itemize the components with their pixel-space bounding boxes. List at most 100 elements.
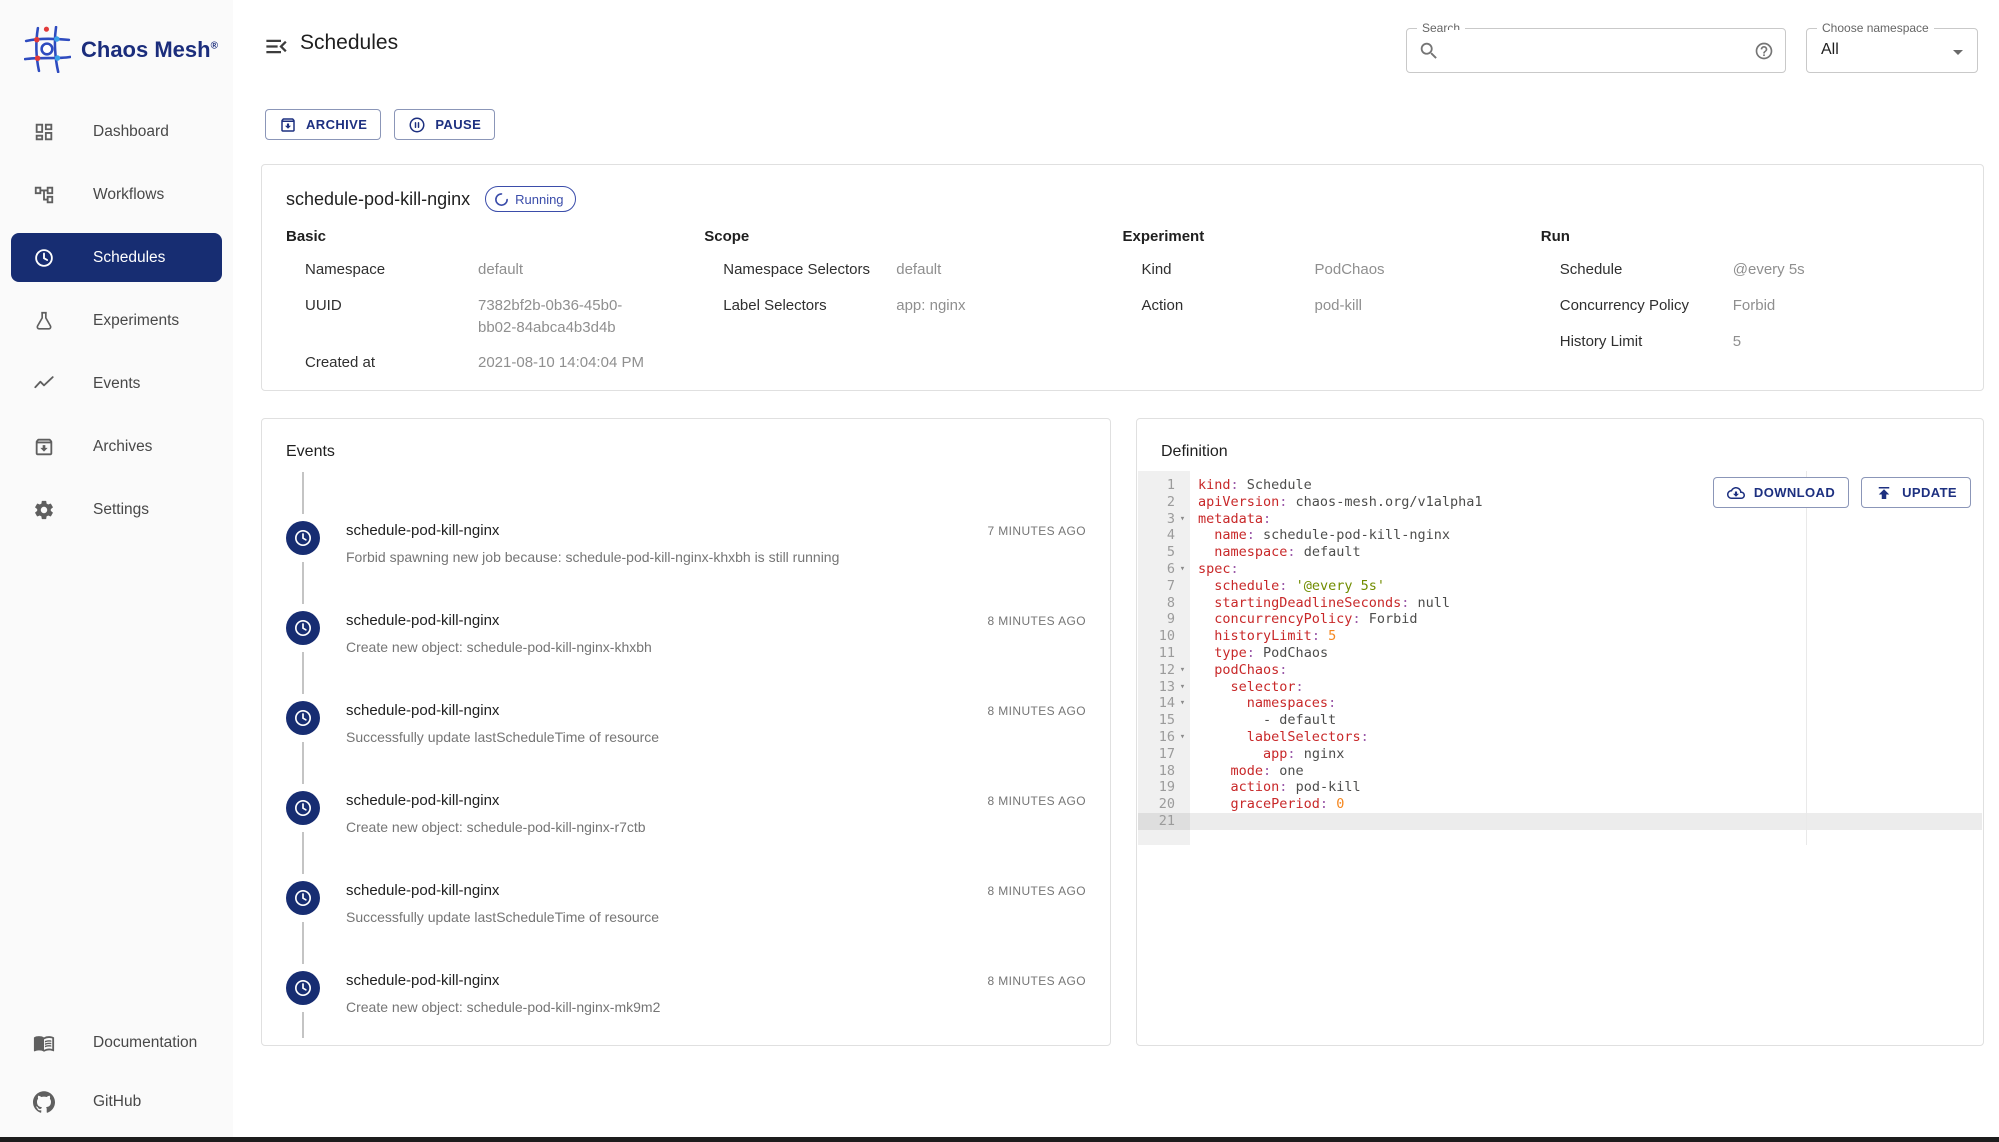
detail-row: Schedule @every 5s (1541, 261, 1959, 281)
sidebar-item-github[interactable]: GitHub (11, 1077, 222, 1126)
sidebar-item-workflows[interactable]: Workflows (11, 170, 222, 219)
timeline-connector (302, 922, 304, 964)
line-number: 7 (1166, 577, 1175, 594)
clock-icon (33, 247, 55, 269)
detail-label: Concurrency Policy (1559, 296, 1689, 314)
editor-code[interactable]: kind: Schedule apiVersion: chaos-mesh.org… (1190, 471, 1982, 845)
code-line (1190, 812, 1982, 830)
code-line: namespaces: (1246, 695, 1337, 712)
dashboard-icon (33, 121, 55, 143)
namespace-select[interactable]: Choose namespace All (1806, 21, 1978, 73)
page-title: Schedules (300, 31, 399, 54)
clock-icon (286, 701, 320, 735)
event-body: schedule-pod-kill-nginx Create new object… (346, 971, 660, 1015)
pause-button[interactable]: PAUSE (394, 109, 496, 140)
line-number: 21 (1158, 812, 1175, 829)
code-line: labelSelectors: (1246, 728, 1369, 745)
search-field[interactable]: Search (1406, 21, 1786, 73)
code-line: app: nginx (1263, 745, 1345, 762)
sidebar-item-dashboard[interactable]: Dashboard (11, 107, 222, 156)
line-number: 19 (1158, 779, 1175, 796)
code-line: concurrencyPolicy: Forbid (1214, 611, 1418, 628)
update-button[interactable]: UPDATE (1861, 477, 1971, 508)
sidebar-item-archives[interactable]: Archives (11, 422, 222, 471)
archive-button[interactable]: ARCHIVE (265, 109, 382, 140)
timeline-connector (302, 832, 304, 874)
detail-label: Schedule (1559, 261, 1623, 278)
detail-label: History Limit (1559, 332, 1643, 350)
detail-row: History Limit 5 (1541, 333, 1959, 353)
sidebar-item-experiments[interactable]: Experiments (11, 296, 222, 345)
timeline-connector (302, 472, 304, 514)
fold-toggle-icon[interactable]: ▾ (1175, 561, 1190, 578)
line-number: 2 (1166, 493, 1175, 510)
fold-toggle-icon[interactable]: ▾ (1175, 695, 1190, 712)
detail-value: PodChaos (1314, 261, 1385, 278)
github-icon (33, 1090, 55, 1113)
sidebar-item-documentation[interactable]: Documentation (11, 1018, 222, 1067)
fold-toggle-icon[interactable]: ▾ (1175, 511, 1190, 528)
line-number: 4 (1166, 527, 1175, 544)
code-line: spec: (1198, 560, 1239, 577)
detail-value: default (478, 261, 524, 278)
detail-label: UUID (305, 296, 342, 314)
event-body: schedule-pod-kill-nginx Successfully upda… (346, 701, 659, 745)
gutter-line: 18 (1138, 763, 1190, 780)
gutter-line: 20 (1138, 796, 1190, 813)
detail-value: 7382bf2b-0b36-45b0-bb02-84abca4b3d4b (478, 296, 623, 336)
definition-panel-title: Definition (1161, 443, 1228, 460)
event-message: Create new object: schedule-pod-kill-ngi… (346, 999, 661, 1015)
events-icon (33, 373, 55, 395)
menu-open-icon[interactable] (263, 33, 290, 60)
line-number: 18 (1158, 762, 1175, 779)
event-item: schedule-pod-kill-nginx Successfully upda… (286, 701, 1086, 745)
gutter-line: 6 ▾ (1138, 561, 1190, 578)
brand-name: Chaos Mesh® (81, 36, 218, 62)
definition-actions: DOWNLOAD UPDATE (1712, 477, 1971, 508)
help-icon[interactable] (1754, 41, 1774, 61)
event-message: Create new object: schedule-pod-kill-ngi… (346, 639, 652, 655)
sidebar-item-label: Events (93, 374, 141, 392)
gutter-line: 8 (1138, 595, 1190, 612)
editor-gutter: 1 2 3 ▾ 4 5 6 ▾ 7 8 9 10 11 12 ▾ 13 ▾ 14 ▾ 15 16 ▾ 17 18 19 20 21 (1138, 471, 1190, 845)
detail-value: default (896, 261, 942, 278)
sidebar-item-label: Dashboard (93, 122, 169, 140)
editor-print-margin (1806, 471, 1807, 845)
sidebar-item-label: Settings (93, 500, 150, 518)
fold-toggle-icon[interactable]: ▾ (1175, 729, 1190, 746)
sidebar-item-label: GitHub (93, 1092, 142, 1110)
gutter-line: 9 (1138, 611, 1190, 628)
section-title: Experiment (1122, 228, 1205, 245)
download-button[interactable]: DOWNLOAD (1712, 477, 1850, 508)
section-experiment: Experiment Kind PodChaos Action pod-kill (1123, 228, 1541, 374)
detail-label: Created at (305, 354, 376, 372)
cloud-download-icon (1726, 484, 1745, 502)
sidebar-item-label: Documentation (93, 1033, 198, 1051)
namespace-selected-value: All (1821, 41, 1839, 58)
status-badge: Running (485, 186, 576, 212)
timeline-connector (302, 1012, 304, 1038)
detail-row: Action pod-kill (1123, 297, 1541, 317)
fold-toggle-icon[interactable]: ▾ (1175, 679, 1190, 696)
section-scope: Scope Namespace Selectors default Label Sel… (704, 228, 1122, 374)
code-line: metadata: (1198, 510, 1272, 527)
fold-toggle-icon[interactable]: ▾ (1175, 662, 1190, 679)
screen-bottom-edge (0, 1137, 1999, 1142)
event-body: schedule-pod-kill-nginx Create new object… (346, 611, 652, 655)
gutter-line: 15 (1138, 712, 1190, 729)
sidebar-item-label: Workflows (93, 185, 165, 203)
section-title: Run (1540, 228, 1570, 245)
sidebar-nav: Dashboard Workflows Schedules Experiments Ev… (0, 107, 233, 548)
sidebar-item-schedules[interactable]: Schedules (11, 233, 222, 282)
detail-label: Namespace (305, 261, 386, 278)
section-basic: Basic Namespace default UUID 7382bf2b-0b36-4… (286, 228, 704, 374)
code-line: historyLimit: 5 (1214, 628, 1337, 645)
line-number: 13 (1158, 678, 1175, 695)
sidebar-item-settings[interactable]: Settings (11, 485, 222, 534)
event-message: Forbid spawning new job because: schedul… (346, 549, 840, 565)
yaml-editor[interactable]: 1 2 3 ▾ 4 5 6 ▾ 7 8 9 10 11 12 ▾ 13 ▾ 14 ▾ 15 16 ▾ 17 18 19 20 21 … (1138, 471, 1982, 845)
detail-value: @every 5s (1732, 261, 1805, 278)
gutter-line: 14 ▾ (1138, 695, 1190, 712)
search-input[interactable] (1447, 30, 1747, 71)
sidebar-item-events[interactable]: Events (11, 359, 222, 408)
